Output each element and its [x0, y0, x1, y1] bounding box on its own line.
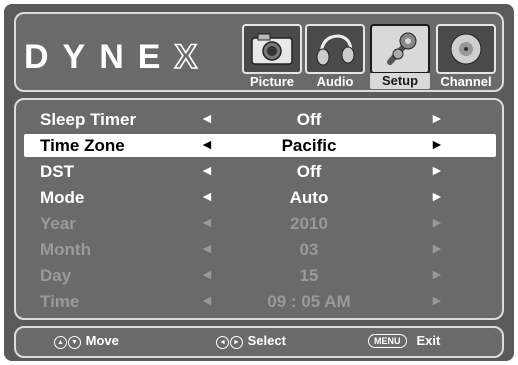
osd-header: DYNEX Picture Audio Setup Channel — [14, 12, 504, 92]
right-arrow-icon: ► — [230, 336, 243, 349]
move-hint: ▲ ▼ Move — [54, 333, 119, 349]
tab-channel[interactable]: Channel — [436, 24, 496, 89]
menu-row-sleep-timer[interactable]: Sleep Timer ◄ Off ► — [24, 108, 496, 131]
satellite-dish-icon — [436, 24, 496, 74]
row-value: 03 — [299, 240, 319, 259]
right-arrow-icon: ► — [430, 240, 444, 256]
row-label: Time Zone — [40, 136, 125, 155]
row-value: 09 : 05 AM — [267, 292, 351, 311]
left-arrow-icon[interactable]: ◄ — [200, 110, 214, 126]
right-arrow-icon[interactable]: ► — [430, 136, 444, 152]
down-arrow-icon: ▼ — [68, 336, 81, 349]
menu-row-time-zone[interactable]: Time Zone ◄ Pacific ► — [24, 134, 496, 157]
row-label: Time — [40, 292, 80, 311]
wrench-icon — [370, 24, 430, 74]
tab-picture[interactable]: Picture — [242, 24, 302, 89]
camera-icon — [242, 24, 302, 74]
left-arrow-icon[interactable]: ◄ — [200, 136, 214, 152]
row-label: Mode — [40, 188, 85, 207]
menu-row-mode[interactable]: Mode ◄ Auto ► — [24, 186, 496, 209]
row-label: Day — [40, 266, 72, 285]
left-arrow-icon[interactable]: ◄ — [200, 162, 214, 178]
exit-hint: MENU Exit — [368, 333, 440, 348]
row-value: 2010 — [290, 214, 328, 233]
left-arrow-icon[interactable]: ◄ — [200, 188, 214, 204]
dynex-logo: DYNEX — [24, 37, 212, 77]
row-label: DST — [40, 162, 74, 181]
menu-key-icon: MENU — [368, 334, 407, 348]
setup-menu: Sleep Timer ◄ Off ► Time Zone ◄ Pacific … — [14, 98, 504, 320]
right-arrow-icon: ► — [430, 214, 444, 230]
menu-row-dst[interactable]: DST ◄ Off ► — [24, 160, 496, 183]
row-label: Month — [40, 240, 91, 259]
right-arrow-icon[interactable]: ► — [430, 162, 444, 178]
up-arrow-icon: ▲ — [54, 336, 67, 349]
osd-footer: ▲ ▼ Move ◄ ► Select MENU Exit — [14, 326, 504, 358]
menu-row-time: Time ◄ 09 : 05 AM ► — [24, 290, 496, 313]
tab-setup[interactable]: Setup — [370, 24, 430, 89]
left-arrow-icon: ◄ — [216, 336, 229, 349]
row-label: Year — [40, 214, 76, 233]
left-arrow-icon: ◄ — [200, 266, 214, 282]
row-value: 15 — [299, 266, 319, 285]
right-arrow-icon[interactable]: ► — [430, 110, 444, 126]
row-value: Pacific — [281, 136, 337, 155]
left-arrow-icon: ◄ — [200, 240, 214, 256]
menu-row-year: Year ◄ 2010 ► — [24, 212, 496, 235]
headphones-icon — [305, 24, 365, 74]
row-value: Off — [296, 110, 322, 129]
select-hint: ◄ ► Select — [216, 333, 286, 349]
row-value: Off — [296, 162, 322, 181]
tab-audio[interactable]: Audio — [305, 24, 365, 89]
right-arrow-icon: ► — [430, 266, 444, 282]
row-label: Sleep Timer — [40, 110, 137, 129]
right-arrow-icon[interactable]: ► — [430, 188, 444, 204]
menu-row-day: Day ◄ 15 ► — [24, 264, 496, 287]
left-arrow-icon: ◄ — [200, 214, 214, 230]
row-value: Auto — [289, 188, 329, 207]
right-arrow-icon: ► — [430, 292, 444, 308]
menu-row-month: Month ◄ 03 ► — [24, 238, 496, 261]
left-arrow-icon: ◄ — [200, 292, 214, 308]
